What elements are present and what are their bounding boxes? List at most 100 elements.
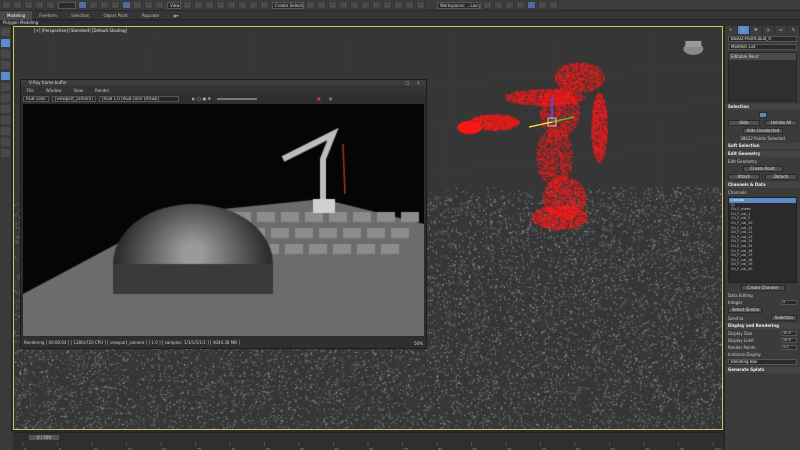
viewport-label[interactable]: [+] [Perspective] [Standard] [Default Sh… (14, 27, 722, 34)
pivot-icon[interactable] (183, 1, 192, 9)
scripting-icon[interactable] (494, 1, 503, 9)
redo-icon[interactable] (13, 1, 22, 9)
timeline[interactable]: 0 / 100 0 5 10 15 20 25 30 35 40 45 50 55 60 65 70 75 80… (13, 432, 723, 450)
select-similar-button[interactable]: Select Similar (728, 307, 762, 313)
create-channel-button[interactable]: Create Channel (740, 285, 785, 291)
toggle-scene-explorer-icon[interactable] (328, 1, 337, 9)
select-manipulate-icon[interactable] (194, 1, 203, 9)
hide-unselected-button[interactable]: Hide Unselected (742, 128, 783, 134)
rendered-frame-window-icon[interactable] (405, 1, 414, 9)
render-icon[interactable]: ▣ (329, 96, 333, 101)
camera-dropdown[interactable]: [viewport_camera] (52, 95, 96, 102)
curve-editor-icon[interactable] (361, 1, 370, 9)
channel-list-item[interactable]: Ch_F_col_20 (729, 267, 796, 272)
modify-icon[interactable] (1, 39, 10, 47)
menu-view[interactable]: View (67, 88, 89, 93)
ribbon-options-icon[interactable]: ◉▾ (166, 11, 186, 20)
material-editor-icon[interactable] (383, 1, 392, 9)
unhide-all-button[interactable]: Unhide All (765, 120, 797, 126)
named-selection-set-dropdown[interactable]: Create Selection Se (272, 1, 304, 9)
vfb-titlebar[interactable]: V-Ray frame buffer - □ × (21, 80, 426, 86)
display-tab-icon[interactable]: ▭ (775, 26, 788, 34)
display-icon[interactable] (1, 72, 10, 80)
hide-button[interactable]: Hide (728, 120, 760, 126)
selection-filter-dropdown[interactable] (58, 1, 76, 9)
maximize-viewport-icon[interactable] (1, 149, 10, 157)
channels-rollout[interactable]: Channels & Data (725, 182, 800, 188)
pan-icon[interactable] (1, 94, 10, 102)
workspace-dropdown[interactable]: Workspaces: ...Lacrypto... (437, 1, 481, 9)
bind-spacewarp-icon[interactable] (46, 1, 55, 9)
vray-vfb-icon[interactable] (527, 1, 536, 9)
channel-dropdown[interactable]: RGB color (23, 95, 49, 102)
render-setup-icon[interactable] (394, 1, 403, 9)
tab-object-paint[interactable]: Object Paint (96, 11, 134, 20)
exposure-slider[interactable] (216, 97, 257, 100)
window-crossing-icon[interactable] (111, 1, 120, 9)
display-rendering-rollout[interactable]: Display and Rendering (725, 323, 800, 329)
window-controls[interactable]: - □ × (397, 80, 423, 86)
generate-splats-rollout[interactable]: Generate Splats (725, 367, 800, 373)
motion-icon[interactable] (1, 61, 10, 69)
align-icon[interactable] (317, 1, 326, 9)
modify-tab-icon[interactable]: ◇ (737, 26, 750, 34)
orbit-icon[interactable] (1, 105, 10, 113)
blending-dropdown[interactable]: Blending Box (728, 359, 797, 365)
snaps-toggle-icon[interactable] (216, 1, 225, 9)
time-slider[interactable]: 0 / 100 (29, 435, 59, 440)
render-production-icon[interactable] (416, 1, 425, 9)
vray-frame-buffer-window[interactable]: V-Ray frame buffer - □ × File Window Vie… (20, 79, 427, 349)
display-limit-field[interactable]: 28.0 (781, 338, 797, 343)
modifier-stack[interactable]: Editable Point (728, 52, 797, 102)
hierarchy-icon[interactable] (1, 50, 10, 58)
edit-geometry-rollout[interactable]: Edit Geometry (725, 151, 800, 157)
tab-selection[interactable]: Selection (64, 11, 96, 20)
timeline-ruler[interactable]: 0 5 10 15 20 25 30 35 40 45 50 55 60 65 70 75 80 85 90 95 10… (13, 442, 723, 450)
angle-snap-icon[interactable] (227, 1, 236, 9)
toggle-ribbon-icon[interactable] (350, 1, 359, 9)
create-point-button[interactable]: Create Point (742, 166, 783, 172)
soft-selection-rollout[interactable]: Soft Selection (725, 143, 800, 149)
vray-proxy-icon[interactable] (538, 1, 547, 9)
tab-modeling[interactable]: Modeling (0, 10, 33, 20)
utilities-tab-icon[interactable]: ✎ (787, 26, 800, 34)
tab-populate[interactable]: Populate (135, 11, 166, 20)
mirror-icon[interactable] (306, 1, 315, 9)
motion-tab-icon[interactable]: ◎ (762, 26, 775, 34)
select-rotate-icon[interactable] (133, 1, 142, 9)
integer-field[interactable]: 0 (781, 300, 797, 305)
point-subobject-icon[interactable] (758, 112, 767, 118)
link-icon[interactable] (24, 1, 33, 9)
reference-coord-dropdown[interactable]: View (167, 1, 181, 9)
zoom-icon[interactable] (1, 116, 10, 124)
modifier-list-dropdown[interactable]: Modifier List (728, 44, 797, 50)
select-by-name-icon[interactable] (89, 1, 98, 9)
detach-button[interactable]: Detach (765, 174, 797, 180)
vray-toolbar-icon[interactable] (505, 1, 514, 9)
channels-list[interactable]: Canvas Cr Ch_F_mesh Ch_F_col_1 Ch_F_col_2 Ch_… (728, 197, 797, 283)
attach-button[interactable]: Attach (728, 174, 760, 180)
selection-rollout[interactable]: Selection (725, 104, 800, 110)
create-tab-icon[interactable]: + (725, 26, 738, 34)
menu-file[interactable]: File (21, 88, 40, 93)
percent-snap-icon[interactable] (238, 1, 247, 9)
edit-named-selection-icon[interactable] (260, 1, 269, 9)
menu-window[interactable]: Window (40, 88, 68, 93)
layer-explorer-icon[interactable] (339, 1, 348, 9)
hierarchy-tab-icon[interactable]: ⌘ (750, 26, 763, 34)
project-folder-icon[interactable] (483, 1, 492, 9)
spinner-snap-icon[interactable] (249, 1, 258, 9)
display-preset-dropdown[interactable]: [RGB 1.0 (RGB color (sRGB)] (99, 95, 179, 102)
menu-render[interactable]: Render (89, 88, 115, 93)
stack-item[interactable]: Editable Point (729, 53, 796, 60)
create-icon[interactable] (1, 28, 10, 36)
instance-display-checkbox[interactable]: Instance Display (728, 352, 761, 357)
object-name-field[interactable]: Box02-PointCloud_0 (728, 36, 797, 42)
display-size-field[interactable]: 30.0 (781, 331, 797, 336)
undo-icon[interactable] (2, 1, 11, 9)
zoom-all-icon[interactable] (1, 127, 10, 135)
field-of-view-icon[interactable] (1, 138, 10, 146)
vray-settings-icon[interactable] (549, 1, 558, 9)
utilities-icon[interactable] (1, 83, 10, 91)
stop-render-icon[interactable]: ■ (317, 96, 321, 101)
